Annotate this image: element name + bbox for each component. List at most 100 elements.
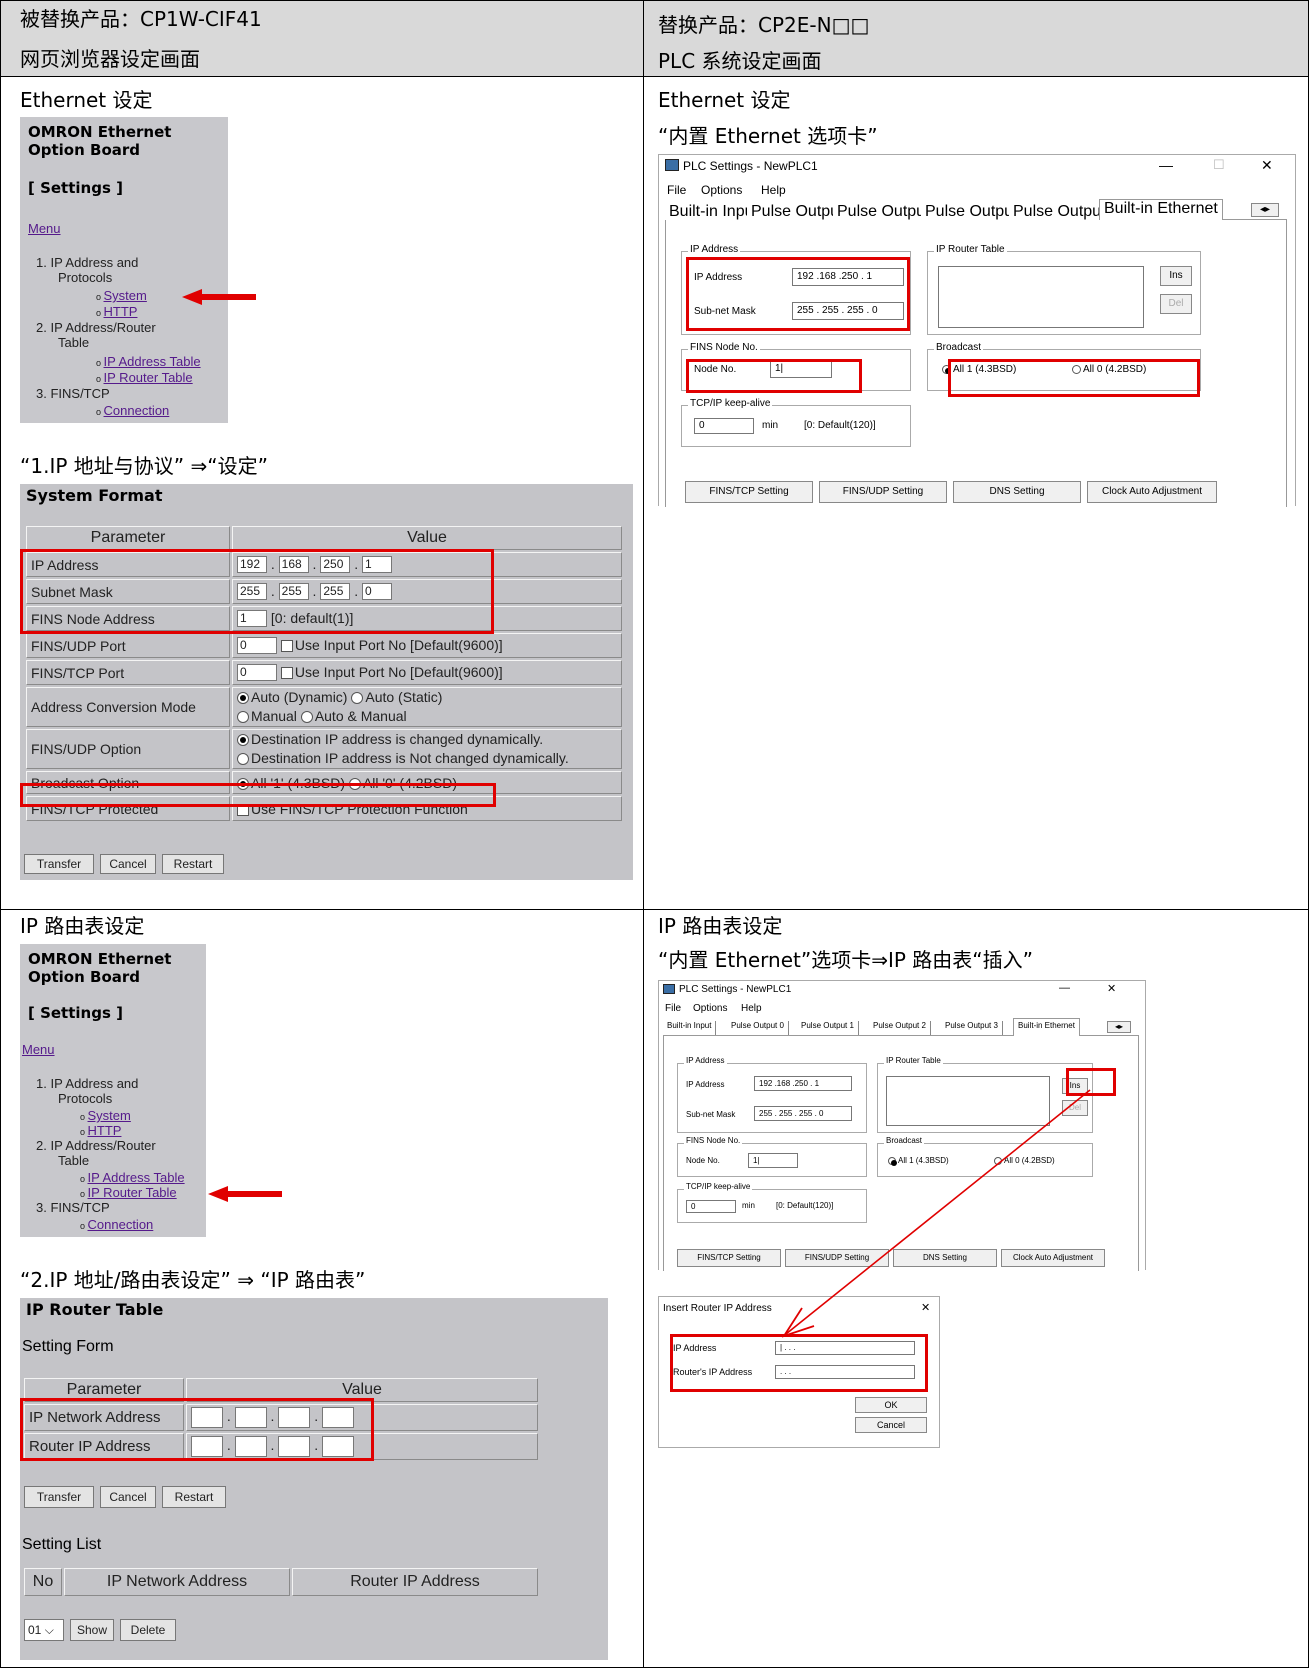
menu-item-1: 1. IP Address and xyxy=(36,255,139,270)
tcp-port-label: FINS/TCP Port xyxy=(26,660,230,685)
group-ip-label: IP Address xyxy=(688,244,741,255)
delete-button[interactable]: Delete xyxy=(120,1619,176,1641)
web-menu-panel-2: OMRON Ethernet Option Board [ Settings ]… xyxy=(20,944,206,1237)
ins-button[interactable]: Ins xyxy=(1160,266,1192,286)
menu-item-1b: Protocols xyxy=(58,270,113,285)
udp-opt-radio-2[interactable] xyxy=(237,753,249,766)
ok-button[interactable]: OK xyxy=(855,1397,927,1413)
conv-opt1: Auto (Dynamic) xyxy=(251,689,348,705)
group-keepalive: TCP/IP keep-alive 0 min [0: Default(120)… xyxy=(681,398,911,447)
conv-radio-3[interactable] xyxy=(237,711,249,724)
keep-hint: [0: Default(120)] xyxy=(804,420,876,431)
show-button[interactable]: Show xyxy=(70,1619,114,1641)
tab-built-in-ethernet[interactable]: Built-in Ethernet xyxy=(1013,1018,1080,1036)
tcp-port-input[interactable]: 0 xyxy=(237,664,277,682)
restart-button[interactable]: Restart xyxy=(162,854,224,874)
udp-opt1: Destination IP address is changed dynami… xyxy=(251,731,544,747)
router-table-list[interactable] xyxy=(938,266,1144,328)
app-icon xyxy=(665,159,679,171)
highlight-box-plc-ip xyxy=(686,257,910,331)
system-format-title: System Format xyxy=(26,486,163,505)
menu-link[interactable]: Menu xyxy=(28,221,61,236)
ip-router-table-link[interactable]: IP Router Table xyxy=(88,1185,177,1200)
udp-port-input[interactable]: 0 xyxy=(237,637,277,655)
udp-port-checkbox[interactable] xyxy=(280,639,293,652)
menu-options[interactable]: Options xyxy=(693,1003,727,1014)
dialog-cancel-button[interactable]: Cancel xyxy=(855,1417,927,1433)
ip-address-table-link[interactable]: IP Address Table xyxy=(88,1170,185,1185)
window-title: PLC Settings - NewPLC1 xyxy=(679,984,792,995)
fins-tcp-setting-button[interactable]: FINS/TCP Setting xyxy=(677,1249,781,1267)
system-link[interactable]: System xyxy=(88,1108,131,1123)
tab-pulse-output-0[interactable]: Pulse Output 0 xyxy=(727,1021,789,1035)
menu-help[interactable]: Help xyxy=(741,1003,762,1014)
connector-arrow-icon xyxy=(781,1089,1091,1338)
web-menu-panel: OMRON Ethernet Option Board [ Settings ]… xyxy=(20,117,228,423)
tab-scroll-arrows[interactable]: ◂▸ xyxy=(1251,203,1279,217)
menu-link[interactable]: Menu xyxy=(22,1042,55,1057)
app-icon xyxy=(663,984,675,994)
chevron-down-icon: ⌵ xyxy=(44,1623,54,1637)
settings-heading: [ Settings ] xyxy=(28,1004,123,1022)
maximize-icon[interactable]: ☐ xyxy=(1213,157,1225,173)
tab-built-in-ethernet[interactable]: Built-in Ethernet xyxy=(1099,199,1223,220)
conv-radio-2[interactable] xyxy=(351,692,364,705)
right-header-subtitle: PLC 系统设定画面 xyxy=(658,49,822,73)
highlight-box-plc-node xyxy=(686,359,862,393)
red-arrow-icon xyxy=(208,1186,282,1202)
conv-radio-4[interactable] xyxy=(300,711,313,724)
minimize-icon[interactable]: — xyxy=(1159,157,1173,173)
highlight-box-router xyxy=(20,1398,374,1461)
brand-line2: Option Board xyxy=(28,968,141,986)
dns-setting-button[interactable]: DNS Setting xyxy=(953,481,1081,503)
conv-label: Address Conversion Mode xyxy=(26,687,230,727)
red-arrow-icon xyxy=(182,289,256,305)
http-link[interactable]: HTTP xyxy=(88,1123,122,1138)
del-button[interactable]: Del xyxy=(1160,294,1192,314)
clock-auto-adjustment-button[interactable]: Clock Auto Adjustment xyxy=(1087,481,1217,503)
fins-tcp-setting-button[interactable]: FINS/TCP Setting xyxy=(685,481,813,503)
udp-opt-radio-1[interactable] xyxy=(237,734,249,747)
cancel-button[interactable]: Cancel xyxy=(100,1486,156,1508)
minimize-icon[interactable]: — xyxy=(1059,982,1070,994)
tcp-port-checkbox[interactable] xyxy=(280,666,293,679)
menu-item-3: 3. FINS/TCP xyxy=(36,1200,110,1215)
tab-scroll-arrows[interactable]: ◂▸ xyxy=(1107,1021,1131,1033)
menu-file[interactable]: File xyxy=(665,1003,681,1014)
highlight-box-dialog xyxy=(670,1334,928,1392)
list-col-net: IP Network Address xyxy=(64,1568,290,1596)
menu-file[interactable]: File xyxy=(667,183,686,197)
brand-line2: Option Board xyxy=(28,141,141,159)
transfer-button[interactable]: Transfer xyxy=(24,854,94,874)
tab-pulse-output-1[interactable]: Pulse Output 1 xyxy=(797,1021,859,1035)
restart-button[interactable]: Restart xyxy=(162,1486,226,1508)
keep-field[interactable]: 0 xyxy=(694,418,754,434)
keep-field[interactable]: 0 xyxy=(686,1200,736,1213)
connection-link[interactable]: Connection xyxy=(88,1217,154,1232)
ip-router-table-link[interactable]: IP Router Table xyxy=(104,370,193,385)
conv-radio-1[interactable] xyxy=(237,692,249,705)
tab-pulse-output-3[interactable]: Pulse Output 3 xyxy=(941,1021,1003,1035)
connection-link[interactable]: Connection xyxy=(104,403,170,418)
node-label: Node No. xyxy=(686,1156,720,1165)
system-link[interactable]: System xyxy=(104,288,147,303)
section1-left-heading: Ethernet 设定 xyxy=(20,88,153,112)
section1-left-caption: “1.IP 地址与协议” ⇒“设定” xyxy=(20,454,268,478)
group-router-label: IP Router Table xyxy=(884,1056,943,1065)
ip-label: IP Address xyxy=(686,1080,725,1089)
tab-pulse-output-2[interactable]: Pulse Output 2 xyxy=(869,1021,931,1035)
menu-help[interactable]: Help xyxy=(761,183,786,197)
brand-line1: OMRON Ethernet xyxy=(28,950,172,968)
row-select[interactable]: 01 ⌵ xyxy=(24,1619,64,1641)
ip-address-table-link[interactable]: IP Address Table xyxy=(104,354,201,369)
menu-options[interactable]: Options xyxy=(701,183,742,197)
close-icon[interactable]: ✕ xyxy=(1261,157,1273,174)
tab-built-in-input[interactable]: Built-in Input xyxy=(663,1021,717,1035)
transfer-button[interactable]: Transfer xyxy=(24,1486,94,1508)
fins-udp-setting-button[interactable]: FINS/UDP Setting xyxy=(819,481,947,503)
close-icon[interactable]: ✕ xyxy=(1107,982,1116,995)
setting-list-label: Setting List xyxy=(22,1536,102,1553)
cancel-button[interactable]: Cancel xyxy=(100,854,156,874)
http-link[interactable]: HTTP xyxy=(104,304,138,319)
menu-item-1: 1. IP Address and xyxy=(36,1076,139,1091)
